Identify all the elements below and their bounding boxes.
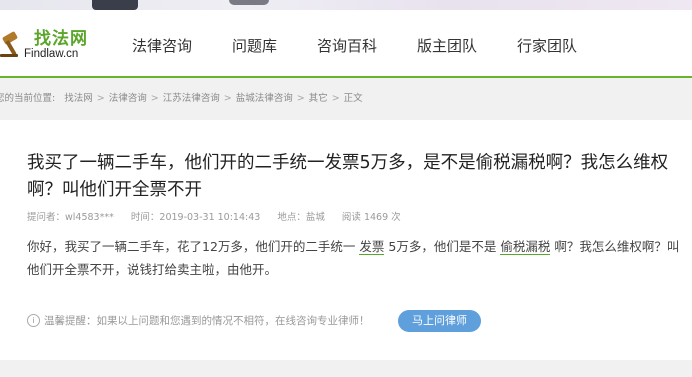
views-unit: 次 bbox=[391, 212, 401, 223]
breadcrumb-link-other[interactable]: 其它 bbox=[309, 93, 328, 104]
breadcrumb-separator: > bbox=[331, 93, 340, 104]
question-time: 2019-03-31 10:14:43 bbox=[159, 212, 261, 223]
breadcrumb-separator: > bbox=[96, 93, 105, 104]
ask-lawyer-button[interactable]: 马上问律师 bbox=[398, 310, 481, 332]
nav-item-consult-wiki[interactable]: 咨询百科 bbox=[317, 35, 377, 56]
breadcrumb: 您的当前位置: 找法网 > 法律咨询 > 江苏法律咨询 > 盐城法律咨询 > 其它 > 正文 bbox=[0, 78, 692, 120]
question-meta: 提问者：wl4583*** 时间：2019-03-31 10:14:43 地点：… bbox=[27, 209, 415, 223]
keyword-link-invoice[interactable]: 发票 bbox=[359, 239, 385, 255]
info-icon: i bbox=[27, 313, 40, 327]
nav-item-question-library[interactable]: 问题库 bbox=[232, 35, 277, 56]
page-gap bbox=[0, 360, 692, 377]
question-location: 盐城 bbox=[305, 212, 325, 223]
view-count: 1469 bbox=[363, 212, 389, 223]
breadcrumb-link-findlaw[interactable]: 找法网 bbox=[64, 93, 93, 104]
breadcrumb-separator: > bbox=[296, 93, 305, 104]
site-header: 找法网 Findlaw.cn 法律咨询 问题库 咨询百科 版主团队 行家团队 bbox=[0, 10, 692, 78]
question-body: 你好，我买了一辆二手车，花了12万多，他们开的二手统一 发票 5万多，他们是不是… bbox=[27, 235, 682, 281]
reminder-tip: i 温馨提醒：如果以上问题和您遇到的情况不相符，在线咨询专业律师！ bbox=[27, 310, 370, 332]
logo-name: 找法网 bbox=[34, 29, 88, 49]
breadcrumb-prefix: 您的当前位置: bbox=[0, 93, 56, 104]
breadcrumb-separator: > bbox=[223, 93, 232, 104]
page: 找法网 Findlaw.cn 法律咨询 问题库 咨询百科 版主团队 行家团队 您… bbox=[0, 0, 692, 377]
question-card: 我买了一辆二手车，他们开的二手统一发票5万多，是不是偷税漏税啊？我怎么维权啊？叫… bbox=[0, 120, 692, 360]
gavel-icon bbox=[0, 31, 18, 57]
question-body-text: 你好，我买了一辆二手车，花了12万多，他们开的二手统一 bbox=[27, 239, 356, 254]
reminder-text: 温馨提醒：如果以上问题和您遇到的情况不相符，在线咨询专业律师！ bbox=[44, 315, 370, 327]
question-body-text: 5万多，他们是不是 bbox=[388, 239, 497, 254]
banner-person-image bbox=[229, 0, 269, 5]
logo-domain: Findlaw.cn bbox=[24, 48, 79, 60]
asker-name: wl4583*** bbox=[65, 212, 114, 223]
location-label: 地点： bbox=[277, 212, 306, 223]
top-banner-image[interactable] bbox=[0, 0, 692, 10]
breadcrumb-link-yancheng[interactable]: 盐城法律咨询 bbox=[236, 93, 293, 104]
breadcrumb-link-legal-consult[interactable]: 法律咨询 bbox=[109, 93, 147, 104]
breadcrumb-link-jiangsu[interactable]: 江苏法律咨询 bbox=[163, 93, 220, 104]
banner-person-image bbox=[92, 0, 138, 10]
nav-item-expert-team[interactable]: 行家团队 bbox=[517, 35, 577, 56]
nav-item-legal-consult[interactable]: 法律咨询 bbox=[132, 35, 192, 56]
nav-item-moderator-team[interactable]: 版主团队 bbox=[417, 35, 477, 56]
site-logo[interactable]: 找法网 Findlaw.cn bbox=[0, 24, 110, 66]
keyword-link-tax-evasion[interactable]: 偷税漏税 bbox=[500, 239, 551, 255]
time-label: 时间： bbox=[130, 212, 160, 223]
question-title: 我买了一辆二手车，他们开的二手统一发票5万多，是不是偷税漏税啊？我怎么维权啊？叫… bbox=[27, 153, 669, 200]
breadcrumb-current: 正文 bbox=[343, 93, 363, 104]
views-label: 阅读 bbox=[341, 212, 361, 223]
asker-label: 提问者： bbox=[27, 212, 66, 223]
breadcrumb-separator: > bbox=[150, 93, 159, 104]
